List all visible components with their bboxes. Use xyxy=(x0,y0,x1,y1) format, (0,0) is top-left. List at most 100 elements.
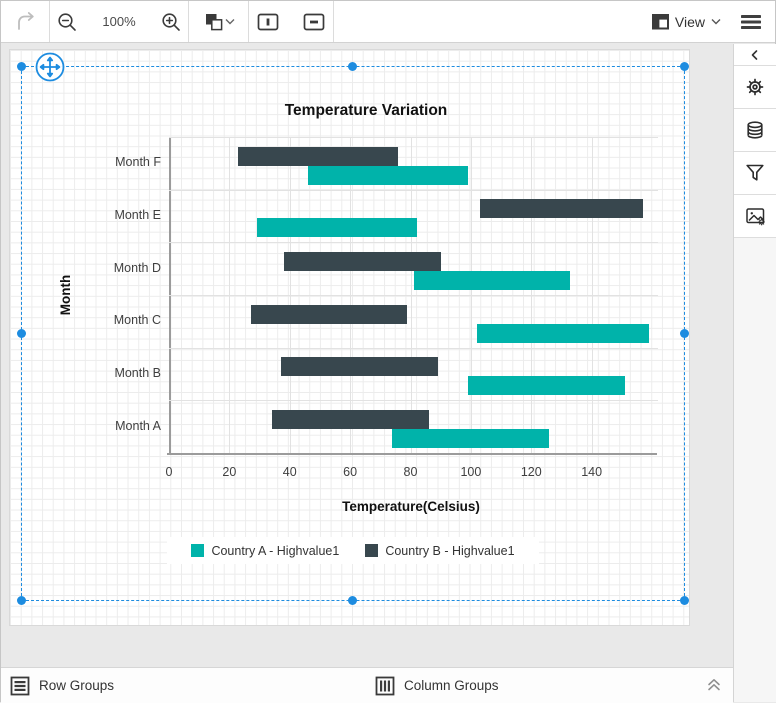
legend-swatch xyxy=(191,544,205,557)
data-button[interactable] xyxy=(734,109,776,152)
filter-icon xyxy=(746,164,764,181)
toolbar-section-history xyxy=(1,1,50,42)
database-icon xyxy=(747,121,763,139)
range-bar[interactable] xyxy=(238,146,399,166)
legend-item[interactable]: Country A - Highvalue1 xyxy=(191,544,339,558)
range-bar[interactable] xyxy=(476,323,649,343)
toolbar-section-shapes xyxy=(189,1,249,42)
horizontal-band-icon xyxy=(303,13,325,30)
double-chevron-up-icon xyxy=(708,679,720,691)
x-tick-label: 0 xyxy=(165,465,173,479)
column-groups-label: Column Groups xyxy=(404,678,499,693)
legend-swatch xyxy=(365,544,379,557)
x-tick-label: 60 xyxy=(343,465,358,479)
filter-button[interactable] xyxy=(734,152,776,195)
menu-button[interactable] xyxy=(739,11,763,33)
chart-gridline-horizontal xyxy=(169,295,658,296)
range-bar[interactable] xyxy=(250,304,408,324)
zoom-out-button[interactable] xyxy=(52,7,82,37)
row-groups-label: Row Groups xyxy=(39,678,115,693)
chart-legend: Country A - Highvalue1 Country B - Highva… xyxy=(167,537,539,564)
selection-handle[interactable] xyxy=(680,329,689,338)
chart-gridline-horizontal xyxy=(169,242,658,244)
range-bar[interactable] xyxy=(392,428,550,448)
chart-widget[interactable]: Temperature Variation Month Temperature(… xyxy=(17,52,689,605)
legend-item[interactable]: Country B - Highvalue1 xyxy=(365,543,515,558)
row-groups-pane[interactable]: Row Groups xyxy=(9,668,114,703)
vertical-band-icon xyxy=(257,13,279,30)
plot-area xyxy=(169,137,658,453)
collapse-grouping-button[interactable] xyxy=(705,675,723,700)
y-axis-title: Month xyxy=(58,274,73,316)
chart-gridline-horizontal xyxy=(169,347,658,349)
category-label: Month F xyxy=(115,155,161,170)
horizontal-band-button[interactable] xyxy=(298,8,330,36)
x-tick-label: 100 xyxy=(460,465,482,479)
image-settings-button[interactable] xyxy=(734,195,776,238)
toolbar-section-zoom: 100% xyxy=(50,1,189,42)
redo-button[interactable] xyxy=(8,5,42,39)
image-gear-icon xyxy=(745,208,765,226)
range-bar[interactable] xyxy=(271,409,429,429)
selection-handle[interactable] xyxy=(17,596,26,605)
column-groups-icon xyxy=(375,676,395,695)
category-label: Month C xyxy=(113,313,161,328)
zoom-level-value: 100% xyxy=(102,14,136,29)
vertical-band-button[interactable] xyxy=(252,8,284,36)
category-label: Month A xyxy=(115,418,161,433)
category-label: Month B xyxy=(114,366,161,380)
chart-gridline-horizontal xyxy=(169,137,658,138)
legend-label: Country B - Highvalue1 xyxy=(385,543,515,558)
selection-handle[interactable] xyxy=(348,596,357,605)
view-icon xyxy=(651,13,669,29)
shapes-dropdown-button[interactable] xyxy=(199,7,239,37)
move-icon xyxy=(35,52,65,82)
zoom-in-icon xyxy=(162,12,180,31)
toolbar: 100% View xyxy=(1,1,775,43)
range-bar[interactable] xyxy=(280,357,438,377)
shapes-icon xyxy=(205,13,222,30)
x-tick-label: 120 xyxy=(520,465,542,479)
range-bar[interactable] xyxy=(256,218,417,238)
category-label: Month D xyxy=(113,260,161,275)
chevron-down-icon xyxy=(711,19,721,25)
grouping-bar: Row Groups Column Groups xyxy=(1,667,733,703)
zoom-in-button[interactable] xyxy=(156,7,186,37)
selection-handle[interactable] xyxy=(348,62,357,71)
range-bar[interactable] xyxy=(413,270,571,290)
selection-handle[interactable] xyxy=(680,596,689,605)
right-panel xyxy=(733,44,776,702)
chart-gridline-horizontal xyxy=(169,189,658,191)
view-label: View xyxy=(674,13,705,30)
zoom-out-icon xyxy=(58,12,77,31)
redo-icon xyxy=(18,11,34,30)
collapse-panel-button[interactable] xyxy=(734,44,776,66)
x-axis-title: Temperature(Celsius) xyxy=(342,499,480,514)
range-bar[interactable] xyxy=(307,165,468,185)
selection-handle[interactable] xyxy=(17,62,26,71)
x-tick-label: 80 xyxy=(403,465,418,479)
x-tick-label: 40 xyxy=(282,465,297,479)
toolbar-section-bands xyxy=(249,1,334,42)
view-dropdown-button[interactable]: View xyxy=(651,13,721,30)
legend-label: Country A - Highvalue1 xyxy=(211,543,340,558)
gear-icon xyxy=(746,78,764,96)
selection-handle[interactable] xyxy=(17,329,26,338)
chart-title: Temperature Variation xyxy=(284,102,448,119)
chart-gridline-horizontal xyxy=(169,400,658,402)
selection-handle[interactable] xyxy=(680,62,689,71)
move-handle[interactable] xyxy=(35,52,65,82)
x-axis-line xyxy=(167,453,657,455)
properties-button[interactable] xyxy=(734,66,776,109)
range-bar[interactable] xyxy=(283,251,441,271)
hamburger-icon xyxy=(741,14,761,29)
x-tick-label: 20 xyxy=(222,465,237,479)
category-label: Month E xyxy=(114,208,161,222)
row-groups-icon xyxy=(10,676,30,695)
range-bar[interactable] xyxy=(479,199,643,219)
range-bar[interactable] xyxy=(467,376,625,396)
column-groups-pane[interactable]: Column Groups xyxy=(374,668,499,703)
chevron-left-icon xyxy=(751,49,758,60)
x-tick-label: 140 xyxy=(581,465,603,479)
report-designer-window: 100% View Temperature Variation Month Te… xyxy=(0,0,776,703)
